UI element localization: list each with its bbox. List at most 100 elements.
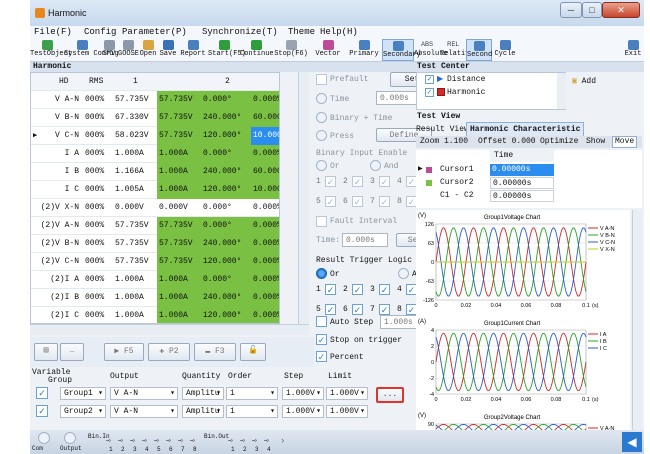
hd-cell[interactable]: 000% [85,181,113,199]
table-row[interactable]: (2)V B-N 000% 57.735V 57.735V 240.000° 0.000% [31,235,279,253]
order-select[interactable]: 1 [226,405,278,418]
harmonic1-amplitude-cell[interactable]: 57.735V [157,127,199,145]
auto-step-checkbox[interactable] [316,316,327,327]
prefault-checkbox[interactable] [316,74,327,85]
table-row[interactable]: ▶V C-N000%58.023V57.735V120.000°10.000% [31,127,279,145]
menu-help[interactable]: Help(H) [320,27,358,37]
hd-cell[interactable]: 000% [85,289,113,307]
grid-column-header[interactable] [175,73,225,91]
menu-parameter[interactable]: Parameter(P) [122,27,187,37]
grid-column-header[interactable]: HD [59,73,83,91]
rms-cell[interactable]: 1.000A [115,145,157,163]
toolbar-primary-button[interactable]: Primary [346,39,382,61]
show-button[interactable]: Show [586,136,605,148]
hd-cell[interactable]: 000% [85,199,113,217]
toolbar-test-object-button[interactable]: TestObject [30,39,72,61]
hd-cell[interactable]: 000% [85,271,113,289]
table-row[interactable]: (2)I C 000% 1.000A 1.000A 120.000° 0.000% [31,307,279,323]
toolbar-stop-button[interactable]: Stop(F6) [272,39,310,61]
binary-input-checkbox-1[interactable]: ✓ [325,176,336,187]
chevron-right-icon[interactable]: › [280,436,285,446]
harmonic1-amplitude-cell[interactable]: 57.735V [157,109,199,127]
group-select[interactable]: Group1 [60,387,106,400]
harmonic1-amplitude-cell[interactable]: 1.000A [157,163,199,181]
trigger-checkbox-6[interactable]: ✓ [352,304,363,315]
hd-cell[interactable]: 000% [85,217,113,235]
hd-cell[interactable]: 000% [85,127,113,145]
toolbar-cycle-button[interactable]: Cycle [492,39,518,61]
binary-input-or-radio[interactable] [316,160,327,171]
rms-cell[interactable]: 1.000A [115,289,157,307]
table-row[interactable]: (2)I A 000% 1.000A 1.000A 0.000° 0.000% [31,271,279,289]
hd-cell[interactable]: 000% [85,91,113,109]
distance-checkbox[interactable]: ✓ [425,75,434,84]
harmonic1-angle-cell[interactable]: 120.000° [199,181,251,199]
hd-cell[interactable]: 000% [85,235,113,253]
variable-more-button[interactable]: ... [376,387,404,403]
test-center-scrollbar[interactable] [557,73,566,109]
rms-cell[interactable]: 1.166A [115,163,157,181]
output-select[interactable]: V A-N [110,405,178,418]
minimize-button[interactable]: ─ [560,2,582,18]
optimize-button[interactable]: Optimize [540,136,578,148]
cursor-value[interactable]: 0.00000s [490,164,554,176]
limit-input[interactable]: 1.000V [326,387,368,400]
table-row[interactable]: I C 000%1.005A1.000A120.000°10.000% [31,181,279,199]
quantity-select[interactable]: Amplitu [182,405,224,418]
hd-cell[interactable]: 000% [85,109,113,127]
harmonic2-cell[interactable]: 60.000% [251,109,279,127]
lock-button[interactable]: 🔓 [240,343,266,361]
f3-button[interactable]: ▬ F3 [194,343,236,361]
harmonic1-angle-cell[interactable]: 0.000° [199,145,251,163]
step-input[interactable]: 1.000V [282,405,324,418]
toolbar-report-button[interactable]: Report [178,39,208,61]
harmonic1-angle-cell[interactable]: 240.000° [199,235,251,253]
grid-view-button[interactable]: ▤ [34,343,58,361]
binary-input-checkbox-5[interactable]: ✓ [325,196,336,207]
maximize-button[interactable]: □ [582,2,602,18]
binary-time-radio[interactable] [316,112,327,123]
harmonic1-angle-cell[interactable]: 240.000° [199,289,251,307]
table-row[interactable]: V B-N 000%67.330V57.735V240.000°60.000% [31,109,279,127]
table-row[interactable]: I A 000% 1.000A 1.000A 0.000° 0.000% [31,145,279,163]
harmonic1-angle-cell[interactable]: 0.000° [199,91,251,109]
p2-button[interactable]: ✚ P2 [148,343,190,361]
harmonic1-amplitude-cell[interactable]: 57.735V [157,217,199,235]
harmonic1-angle-cell[interactable]: 0.000° [199,217,251,235]
rms-cell[interactable]: 57.735V [115,253,157,271]
menu-config[interactable]: Config [84,27,116,37]
step-input[interactable]: 1.000V [282,387,324,400]
grid-column-header[interactable]: 2 [225,73,279,91]
quantity-select[interactable]: Amplitu [182,387,224,400]
toolbar-secondary-button[interactable]: Secondary [382,39,421,61]
hd-cell[interactable]: 000% [85,145,113,163]
grid-column-header[interactable]: RMS [89,73,133,91]
f5-button[interactable]: ▶ F5 [104,343,144,361]
variable-row-checkbox[interactable]: ✓ [36,405,48,417]
harmonic1-amplitude-cell[interactable]: 0.000V [157,199,199,217]
harmonic2-cell[interactable]: 0.000% [251,199,279,217]
menu-file[interactable]: File(F) [34,27,72,37]
harmonic1-amplitude-cell[interactable]: 1.000A [157,145,199,163]
rms-cell[interactable]: 1.005A [115,181,157,199]
group-select[interactable]: Group2 [60,405,106,418]
harmonic2-cell[interactable]: 0.000% [251,145,279,163]
harmonic1-amplitude-cell[interactable]: 1.000A [157,181,199,199]
collapse-panel-icon[interactable]: ◀ [622,432,642,452]
harmonic1-amplitude-cell[interactable]: 1.000A [157,289,199,307]
table-row[interactable]: (2)V C-N 000% 57.735V 57.735V 120.000° 0.000% [31,253,279,271]
harmonic2-cell[interactable]: 0.000% [251,253,279,271]
toolbar-smv-button[interactable]: SMV [100,39,118,61]
toolbar-system-config-button[interactable]: System Config [64,39,119,61]
tab-result-view[interactable]: Result View [416,125,469,134]
order-select[interactable]: 1 [226,387,278,400]
harmonic1-amplitude-cell[interactable]: 1.000A [157,271,199,289]
harmonic1-amplitude-cell[interactable]: 57.735V [157,235,199,253]
grid-vertical-scrollbar[interactable] [298,72,309,324]
table-row[interactable]: (2)I B 000% 1.000A 1.000A 240.000° 0.000% [31,289,279,307]
harmonic1-angle-cell[interactable]: 240.000° [199,163,251,181]
harmonic1-angle-cell[interactable]: 120.000° [199,253,251,271]
rms-cell[interactable]: 57.735V [115,91,157,109]
binary-input-checkbox-7[interactable]: ✓ [379,196,390,207]
toolbar-open-folder-button[interactable]: Open [138,39,158,61]
